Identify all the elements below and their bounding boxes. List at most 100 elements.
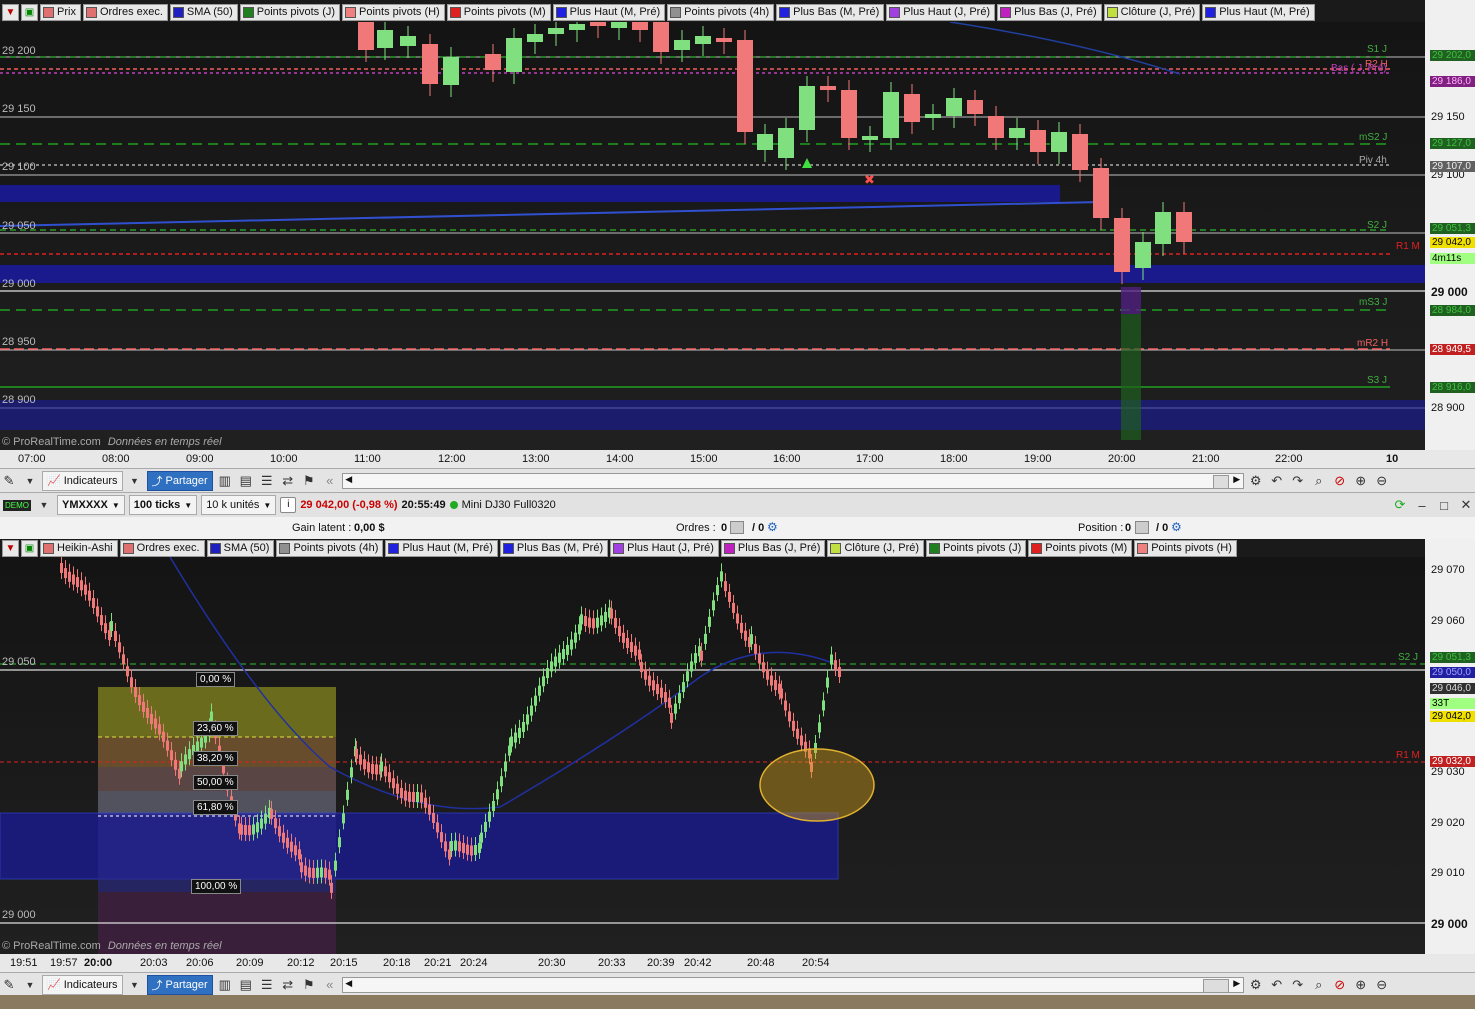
interval-select[interactable]: 100 ticks ▼ bbox=[128, 495, 198, 515]
redo-icon[interactable]: ↷ bbox=[1289, 472, 1307, 490]
legend-item[interactable]: Plus Bas (J, Pré) bbox=[720, 539, 826, 557]
maximize-icon[interactable]: □ bbox=[1435, 496, 1453, 514]
drawing-tools-icon[interactable]: ✎ bbox=[0, 472, 18, 490]
zoom-in-icon[interactable]: ⊕ bbox=[1352, 976, 1370, 994]
scroll-left-far-icon[interactable]: « bbox=[321, 472, 339, 490]
candle bbox=[480, 832, 483, 843]
legend-item[interactable]: Points pivots (H) bbox=[1134, 539, 1237, 557]
scroll-left-far-icon[interactable]: « bbox=[321, 976, 339, 994]
candle bbox=[138, 695, 141, 706]
legend-item[interactable]: Clôture (J, Pré) bbox=[1103, 3, 1201, 21]
legend-item[interactable]: Plus Haut (M, Pré) bbox=[1202, 3, 1315, 21]
zoom-fit-icon[interactable]: ⌕ bbox=[1310, 472, 1328, 490]
scroll-thumb[interactable] bbox=[1212, 474, 1229, 489]
legend-item[interactable]: SMA (50) bbox=[206, 539, 275, 557]
legend-item[interactable]: Points pivots (M) bbox=[1028, 539, 1133, 557]
chevron-down-icon[interactable]: ▼ bbox=[126, 976, 144, 994]
legend-item[interactable]: Plus Haut (M, Pré) bbox=[552, 3, 666, 21]
candle bbox=[526, 714, 529, 725]
legend-expand-button[interactable]: ▣ bbox=[21, 3, 38, 21]
time-axis-label: 19:51 bbox=[10, 957, 38, 969]
legend-item[interactable]: Points pivots (M) bbox=[446, 3, 551, 21]
redo-icon[interactable]: ↷ bbox=[1289, 976, 1307, 994]
chevron-down-icon[interactable]: ▼ bbox=[21, 976, 39, 994]
share-button[interactable]: ⤴ Partager bbox=[146, 470, 213, 491]
settings-icon[interactable]: ⚙ bbox=[1247, 472, 1265, 490]
candle bbox=[682, 682, 685, 693]
alert-icon[interactable]: ⚑ bbox=[300, 472, 318, 490]
info-icon[interactable]: i bbox=[280, 497, 297, 513]
indicators-button[interactable]: 📈 Indicateurs bbox=[42, 974, 123, 995]
symbol-select[interactable]: YMXXXX ▼ bbox=[57, 495, 125, 515]
scroll-thumb[interactable] bbox=[1202, 978, 1229, 993]
scroll-left-arrow[interactable]: ◀ bbox=[343, 978, 355, 992]
position-settings-icon[interactable]: ⚙ bbox=[1171, 520, 1182, 534]
legend-item[interactable]: Plus Haut (J, Pré) bbox=[610, 539, 719, 557]
scroll-left-arrow[interactable]: ◀ bbox=[343, 474, 355, 488]
share-button[interactable]: ⤴ Partager bbox=[146, 974, 213, 995]
legend-item[interactable]: Points pivots (4h) bbox=[667, 3, 775, 21]
chat-icon[interactable]: ▤ bbox=[237, 976, 255, 994]
legend-item[interactable]: Points pivots (J) bbox=[926, 539, 1027, 557]
zoom-out-icon[interactable]: ⊖ bbox=[1373, 976, 1391, 994]
reset-zoom-icon[interactable]: ⊘ bbox=[1331, 472, 1349, 490]
legend-item[interactable]: Plus Haut (J, Pré) bbox=[886, 3, 996, 21]
compare-icon[interactable]: ⇄ bbox=[279, 472, 297, 490]
compare-icon[interactable]: ⇄ bbox=[279, 976, 297, 994]
undo-icon[interactable]: ↶ bbox=[1268, 472, 1286, 490]
orders-book-icon[interactable] bbox=[730, 521, 744, 534]
zoom-out-icon[interactable]: ⊖ bbox=[1373, 472, 1391, 490]
legend-item[interactable]: Heikin-Ashi bbox=[40, 539, 118, 557]
orders-settings-icon[interactable]: ⚙ bbox=[767, 520, 778, 534]
candle bbox=[478, 842, 481, 853]
bottom-horizontal-scrollbar[interactable]: ◀ ▶ bbox=[341, 976, 1244, 993]
scroll-right-arrow[interactable]: ▶ bbox=[1231, 474, 1243, 488]
layout-icon[interactable]: ▥ bbox=[216, 472, 234, 490]
legend-item[interactable]: Ordres exec. bbox=[82, 3, 168, 21]
legend-item[interactable]: Plus Bas (J, Pré) bbox=[997, 3, 1102, 21]
time-axis-label: 10:00 bbox=[270, 453, 298, 465]
candle bbox=[1155, 212, 1171, 244]
chevron-down-icon[interactable]: ▼ bbox=[21, 472, 39, 490]
list-icon[interactable]: ☰ bbox=[258, 472, 276, 490]
close-icon[interactable]: ✕ bbox=[1457, 496, 1475, 514]
legend-item[interactable]: Clôture (J, Pré) bbox=[827, 539, 925, 557]
legend-item[interactable]: Ordres exec. bbox=[119, 539, 205, 557]
legend-item[interactable]: Points pivots (J) bbox=[239, 3, 341, 21]
legend-item[interactable]: Plus Haut (M, Pré) bbox=[385, 539, 498, 557]
scroll-right-arrow[interactable]: ▶ bbox=[1231, 978, 1243, 992]
candle bbox=[298, 849, 301, 860]
drawing-tools-icon[interactable]: ✎ bbox=[0, 976, 18, 994]
candle bbox=[443, 57, 459, 85]
refresh-icon[interactable]: ⟳ bbox=[1391, 496, 1409, 514]
candle bbox=[704, 633, 707, 644]
top-chart-area[interactable]: ✖ bbox=[0, 22, 1425, 450]
units-select[interactable]: 10 k unités ▼ bbox=[201, 495, 277, 515]
legend-item[interactable]: Plus Bas (M, Pré) bbox=[776, 3, 885, 21]
legend-collapse-button[interactable]: ▼ bbox=[2, 539, 19, 557]
position-book-icon[interactable] bbox=[1135, 521, 1149, 534]
legend-item[interactable]: Points pivots (4h) bbox=[276, 539, 384, 557]
legend-collapse-button[interactable]: ▼ bbox=[2, 3, 19, 21]
legend-item[interactable]: Plus Bas (M, Pré) bbox=[499, 539, 609, 557]
indicators-button[interactable]: 📈 Indicateurs bbox=[42, 470, 123, 491]
minimize-icon[interactable]: – bbox=[1413, 496, 1431, 514]
candle bbox=[104, 623, 107, 634]
settings-icon[interactable]: ⚙ bbox=[1247, 976, 1265, 994]
zoom-fit-icon[interactable]: ⌕ bbox=[1310, 976, 1328, 994]
zoom-in-icon[interactable]: ⊕ bbox=[1352, 472, 1370, 490]
chat-icon[interactable]: ▤ bbox=[237, 472, 255, 490]
alert-icon[interactable]: ⚑ bbox=[300, 976, 318, 994]
chevron-down-icon[interactable]: ▼ bbox=[126, 472, 144, 490]
top-chart-legend: ▼ ▣ Prix Ordres exec. SMA (50) Points pivot… bbox=[0, 3, 1315, 21]
reset-zoom-icon[interactable]: ⊘ bbox=[1331, 976, 1349, 994]
top-horizontal-scrollbar[interactable]: ◀ ▶ bbox=[341, 472, 1244, 489]
legend-item[interactable]: Prix bbox=[40, 3, 81, 21]
chevron-down-icon[interactable]: ▼ bbox=[35, 496, 53, 514]
legend-item[interactable]: Points pivots (H) bbox=[342, 3, 445, 21]
legend-expand-button[interactable]: ▣ bbox=[21, 539, 38, 557]
legend-item[interactable]: SMA (50) bbox=[169, 3, 238, 21]
list-icon[interactable]: ☰ bbox=[258, 976, 276, 994]
undo-icon[interactable]: ↶ bbox=[1268, 976, 1286, 994]
layout-icon[interactable]: ▥ bbox=[216, 976, 234, 994]
